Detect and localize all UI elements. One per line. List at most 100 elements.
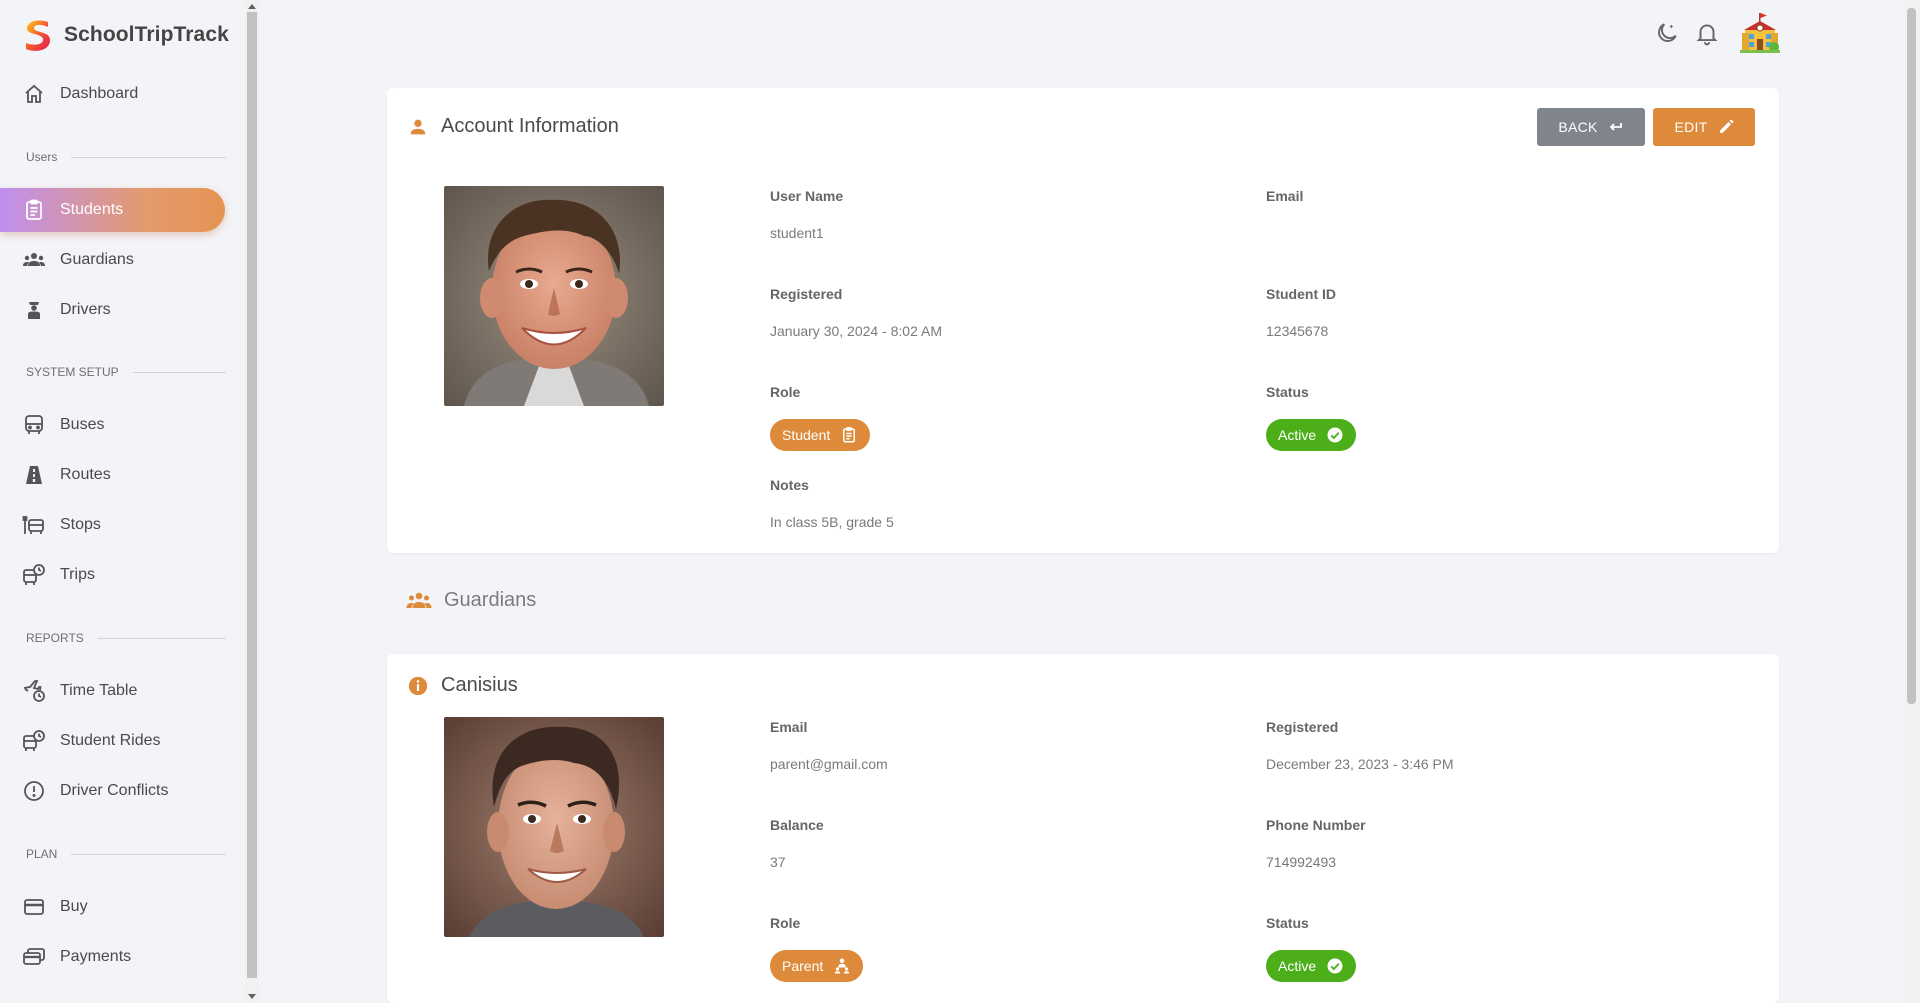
guardian-role-label: Role <box>770 915 801 931</box>
check-circle-icon <box>1327 958 1343 974</box>
credit-card-icon <box>24 899 44 915</box>
role-badge: Student <box>770 419 871 451</box>
sidebar-scrollbar[interactable] <box>245 0 259 1003</box>
page-scrollbar-thumb[interactable] <box>1907 8 1916 704</box>
sidebar-item-label: Guardians <box>60 251 134 268</box>
divider <box>132 371 226 373</box>
sidebar-item-label: Students <box>60 201 124 218</box>
status-badge-text: Active <box>1278 427 1317 443</box>
sidebar-item-label: Payments <box>60 948 132 965</box>
back-button[interactable]: BACK <box>1537 108 1645 146</box>
sidebar-item-buy[interactable]: Buy <box>0 885 225 929</box>
section-plan: PLAN <box>26 847 226 861</box>
username-label: User Name <box>770 188 844 204</box>
section-system-setup: SYSTEM SETUP <box>26 365 226 379</box>
bus-icon <box>25 415 43 434</box>
sidebar-item-driver-conflicts[interactable]: Driver Conflicts <box>0 769 225 813</box>
divider <box>71 853 226 855</box>
edit-button[interactable]: EDIT <box>1653 108 1755 146</box>
card-header: Canisius <box>407 674 518 697</box>
bus-clock-icon <box>23 730 45 751</box>
road-icon <box>26 466 42 484</box>
status-badge: Active <box>1266 419 1357 451</box>
guardian-registered-label: Registered <box>1266 719 1339 735</box>
sidebar: SchoolTripTrack Dashboard Users Students… <box>0 0 245 1003</box>
scroll-down-arrow-icon[interactable] <box>248 994 256 999</box>
sidebar-item-label: Drivers <box>60 301 111 318</box>
role-badge-text: Student <box>782 427 831 443</box>
cards-icon <box>23 948 45 965</box>
guardian-name: Canisius <box>441 674 518 696</box>
info-icon <box>408 676 428 695</box>
account-information-card: Account Information BACK EDIT User Name … <box>387 88 1779 553</box>
section-label: REPORTS <box>26 631 84 645</box>
sidebar-item-dashboard[interactable]: Dashboard <box>0 72 225 116</box>
notification-bell-icon[interactable] <box>1694 20 1720 46</box>
email-label: Email <box>1266 188 1304 204</box>
sidebar-item-student-rides[interactable]: Student Rides <box>0 719 225 763</box>
guardians-heading-text: Guardians <box>444 589 537 611</box>
role-label: Role <box>770 384 801 400</box>
sidebar-item-students[interactable]: Students <box>0 188 225 232</box>
section-reports: REPORTS <box>26 631 226 645</box>
scroll-up-arrow-icon[interactable] <box>248 4 256 9</box>
page-scrollbar[interactable] <box>1903 0 1920 1003</box>
sidebar-item-label: Dashboard <box>60 85 139 102</box>
guardian-role-badge-text: Parent <box>782 958 824 974</box>
phone-label: Phone Number <box>1266 817 1366 833</box>
balance-value: 37 <box>770 854 786 870</box>
username-value: student1 <box>770 225 824 241</box>
card-header: Account Information <box>407 115 619 138</box>
school-avatar[interactable] <box>1740 12 1780 54</box>
sidebar-item-label: Buy <box>60 898 88 915</box>
brand[interactable]: SchoolTripTrack <box>22 18 229 52</box>
sidebar-scrollbar-thumb[interactable] <box>247 12 257 978</box>
edit-button-label: EDIT <box>1674 119 1708 135</box>
sidebar-item-label: Stops <box>60 516 101 533</box>
registered-value: January 30, 2024 - 8:02 AM <box>770 323 942 339</box>
driver-icon <box>28 302 40 319</box>
guardian-email-value: parent@gmail.com <box>770 756 888 772</box>
section-label: Users <box>26 150 58 164</box>
divider <box>97 637 226 639</box>
sidebar-item-stops[interactable]: Stops <box>0 503 225 547</box>
back-button-label: BACK <box>1558 119 1598 135</box>
bus-stop-icon <box>22 516 44 534</box>
notes-value: In class 5B, grade 5 <box>770 514 894 530</box>
balance-label: Balance <box>770 817 824 833</box>
guardian-status-label: Status <box>1266 915 1309 931</box>
clipboard-icon <box>26 199 42 220</box>
sidebar-item-payments[interactable]: Payments <box>0 935 225 979</box>
guardian-email-label: Email <box>770 719 808 735</box>
sidebar-item-label: Routes <box>60 466 111 483</box>
notes-label: Notes <box>770 477 809 493</box>
guardian-status-badge-text: Active <box>1278 958 1317 974</box>
sidebar-item-label: Buses <box>60 416 105 433</box>
sidebar-item-label: Time Table <box>60 682 138 699</box>
app-logo-icon <box>26 20 50 51</box>
sidebar-item-guardians[interactable]: Guardians <box>0 238 225 282</box>
sidebar-item-buses[interactable]: Buses <box>0 403 225 447</box>
sidebar-item-trips[interactable]: Trips <box>0 553 225 597</box>
divider <box>71 156 226 158</box>
guardians-heading: Guardians <box>406 589 536 612</box>
clipboard-icon <box>843 427 856 443</box>
sidebar-item-routes[interactable]: Routes <box>0 453 225 497</box>
home-icon <box>25 84 43 103</box>
check-circle-icon <box>1327 427 1343 443</box>
person-icon <box>410 119 426 134</box>
guardian-status-badge: Active <box>1266 950 1357 982</box>
student-photo <box>444 186 664 406</box>
sidebar-item-label: Trips <box>60 566 95 583</box>
section-users: Users <box>26 150 226 164</box>
pencil-icon <box>1719 119 1733 133</box>
sidebar-item-drivers[interactable]: Drivers <box>0 288 225 332</box>
guardian-photo <box>444 717 664 937</box>
student-id-value: 12345678 <box>1266 323 1329 339</box>
phone-value: 714992493 <box>1266 854 1337 870</box>
sidebar-item-label: Student Rides <box>60 732 161 749</box>
theme-moon-icon[interactable] <box>1654 20 1680 46</box>
sidebar-item-time-table[interactable]: Time Table <box>0 669 225 713</box>
status-label: Status <box>1266 384 1309 400</box>
guardian-card: Canisius Email parent@gmail.com Register… <box>387 654 1779 1003</box>
